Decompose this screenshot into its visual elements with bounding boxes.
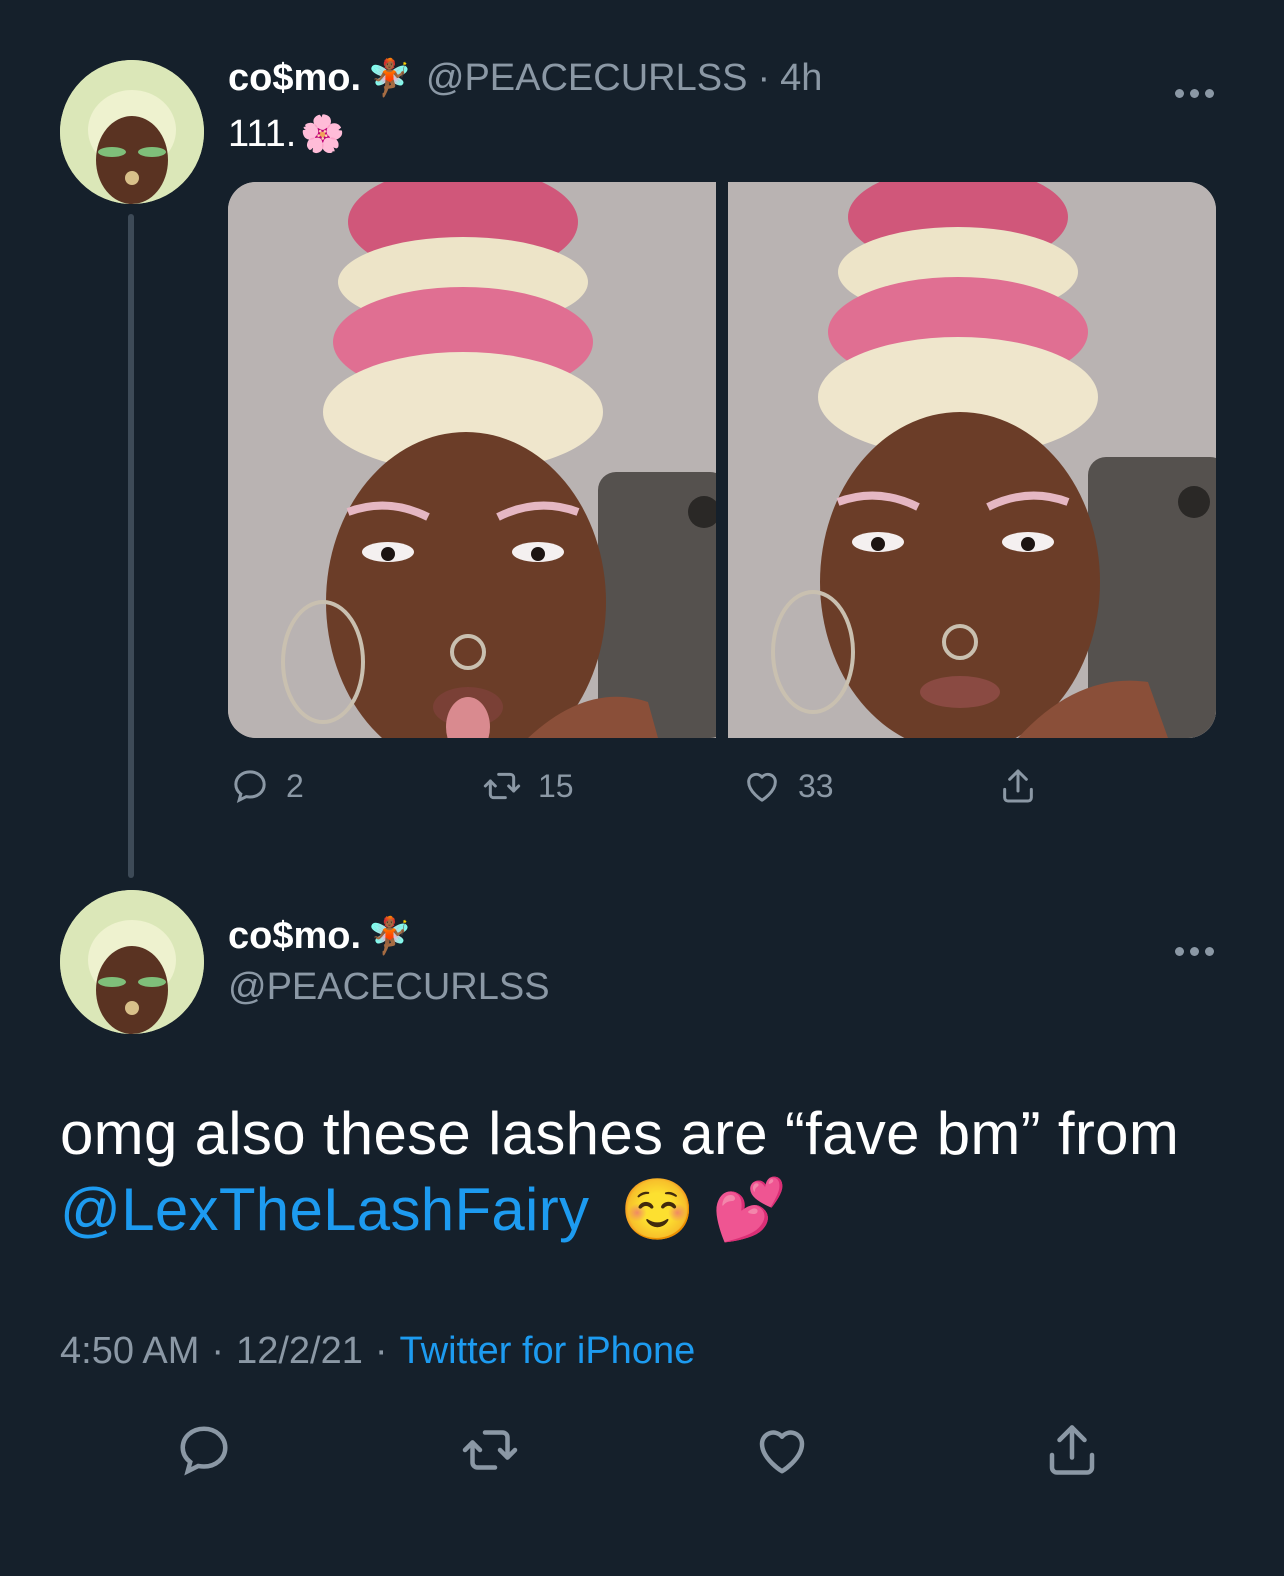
reply-avatar[interactable] — [60, 890, 204, 1034]
separator-dot: · — [374, 1330, 388, 1372]
reply-icon — [234, 770, 266, 804]
tweet-text: 111. 🌸 — [228, 112, 345, 156]
retweet-action[interactable]: 15 — [482, 766, 574, 806]
like-count: 33 — [798, 767, 834, 804]
photo-right[interactable] — [728, 182, 1216, 738]
reply-action[interactable]: 2 — [230, 766, 304, 806]
reply-icon — [180, 1426, 228, 1476]
photo-left[interactable] — [228, 182, 716, 738]
tweet-date[interactable]: 12/2/21 — [236, 1330, 363, 1373]
reply-tweet-text: omg also these lashes are “fave bm” from… — [60, 1096, 1240, 1248]
tweet-text-content: 111. — [228, 112, 297, 155]
like-action[interactable]: 33 — [742, 766, 834, 806]
reply-name-row: co$mo. 🧚🏾 — [228, 914, 412, 958]
tweet-media[interactable] — [228, 182, 1216, 738]
retweet-button[interactable] — [460, 1420, 520, 1485]
more-horizontal-icon[interactable] — [1172, 74, 1217, 104]
retweet-count: 15 — [538, 767, 574, 804]
retweet-icon — [483, 772, 521, 800]
reply-text-line: omg also these lashes are “fave bm” from — [60, 1100, 1180, 1167]
retweet-icon — [462, 1430, 518, 1470]
mention-link[interactable]: @LexTheLashFairy — [60, 1176, 589, 1243]
emoji-group: ☺️ 💕 — [620, 1176, 788, 1243]
share-button[interactable] — [1042, 1420, 1102, 1485]
avatar[interactable] — [60, 60, 204, 204]
separator-dot: · — [757, 56, 771, 99]
display-name[interactable]: co$mo. — [228, 57, 361, 100]
tweet-meta: 4:50 AM · 12/2/21 · Twitter for iPhone — [60, 1330, 695, 1373]
separator-dot: · — [211, 1330, 225, 1372]
reply-button[interactable] — [174, 1420, 234, 1485]
reply-display-name[interactable]: co$mo. — [228, 915, 361, 958]
reply-mention-line: @LexTheLashFairy ☺️ 💕 — [60, 1172, 1240, 1248]
handle[interactable]: @PEACECURLSS — [426, 57, 748, 100]
more-horizontal-icon[interactable] — [1172, 932, 1217, 962]
reply-handle[interactable]: @PEACECURLSS — [228, 966, 550, 1009]
fairy-emoji: 🧚🏾 — [367, 57, 412, 98]
tweet-time[interactable]: 4:50 AM — [60, 1330, 199, 1373]
reply-count: 2 — [286, 767, 304, 804]
share-action[interactable] — [998, 766, 1054, 806]
cherry-blossom-emoji: 🌸 — [300, 113, 346, 154]
tweet-header: co$mo. 🧚🏾 @PEACECURLSS · 4h — [228, 56, 822, 100]
thread-connector-line — [128, 214, 134, 878]
tweet-source-link[interactable]: Twitter for iPhone — [400, 1330, 696, 1373]
heart-icon — [759, 1430, 805, 1474]
reply-fairy-emoji: 🧚🏾 — [367, 915, 412, 956]
like-button[interactable] — [752, 1420, 812, 1485]
share-icon — [1049, 1425, 1095, 1475]
heart-icon — [747, 772, 777, 802]
tweet-age[interactable]: 4h — [780, 57, 822, 100]
share-icon — [1003, 769, 1033, 803]
